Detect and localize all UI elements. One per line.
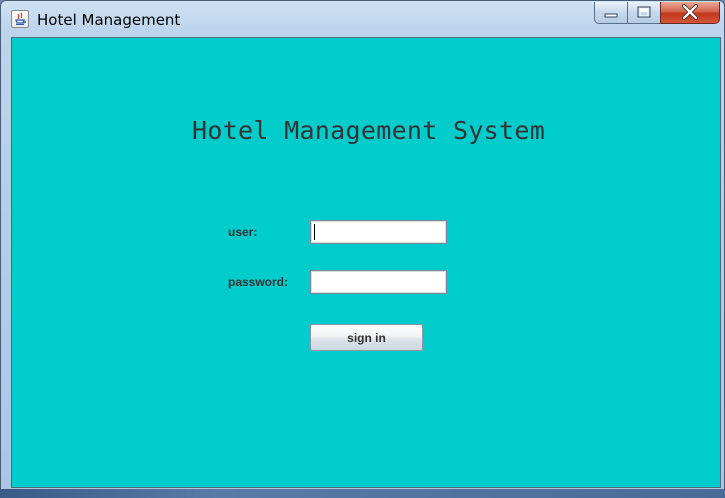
page-title: Hotel Management System: [192, 116, 546, 145]
minimize-button[interactable]: [594, 2, 628, 24]
close-icon: [682, 4, 698, 20]
minimize-icon: [604, 13, 618, 18]
app-window: Hotel Management Hotel Management System…: [0, 0, 725, 498]
desktop-taskbar-strip: [0, 489, 725, 498]
password-label: password:: [228, 275, 289, 289]
text-caret: [314, 224, 315, 240]
user-label: user:: [228, 225, 258, 239]
password-input[interactable]: [310, 270, 447, 294]
maximize-button[interactable]: [627, 2, 661, 24]
close-button[interactable]: [660, 2, 720, 24]
login-panel: Hotel Management System user: password: …: [11, 37, 721, 488]
maximize-icon: [637, 6, 651, 18]
java-icon[interactable]: [11, 10, 29, 28]
sign-in-button[interactable]: sign in: [310, 324, 423, 351]
title-bar[interactable]: Hotel Management: [1, 1, 724, 37]
user-input[interactable]: [310, 220, 447, 244]
window-title: Hotel Management: [37, 11, 181, 29]
